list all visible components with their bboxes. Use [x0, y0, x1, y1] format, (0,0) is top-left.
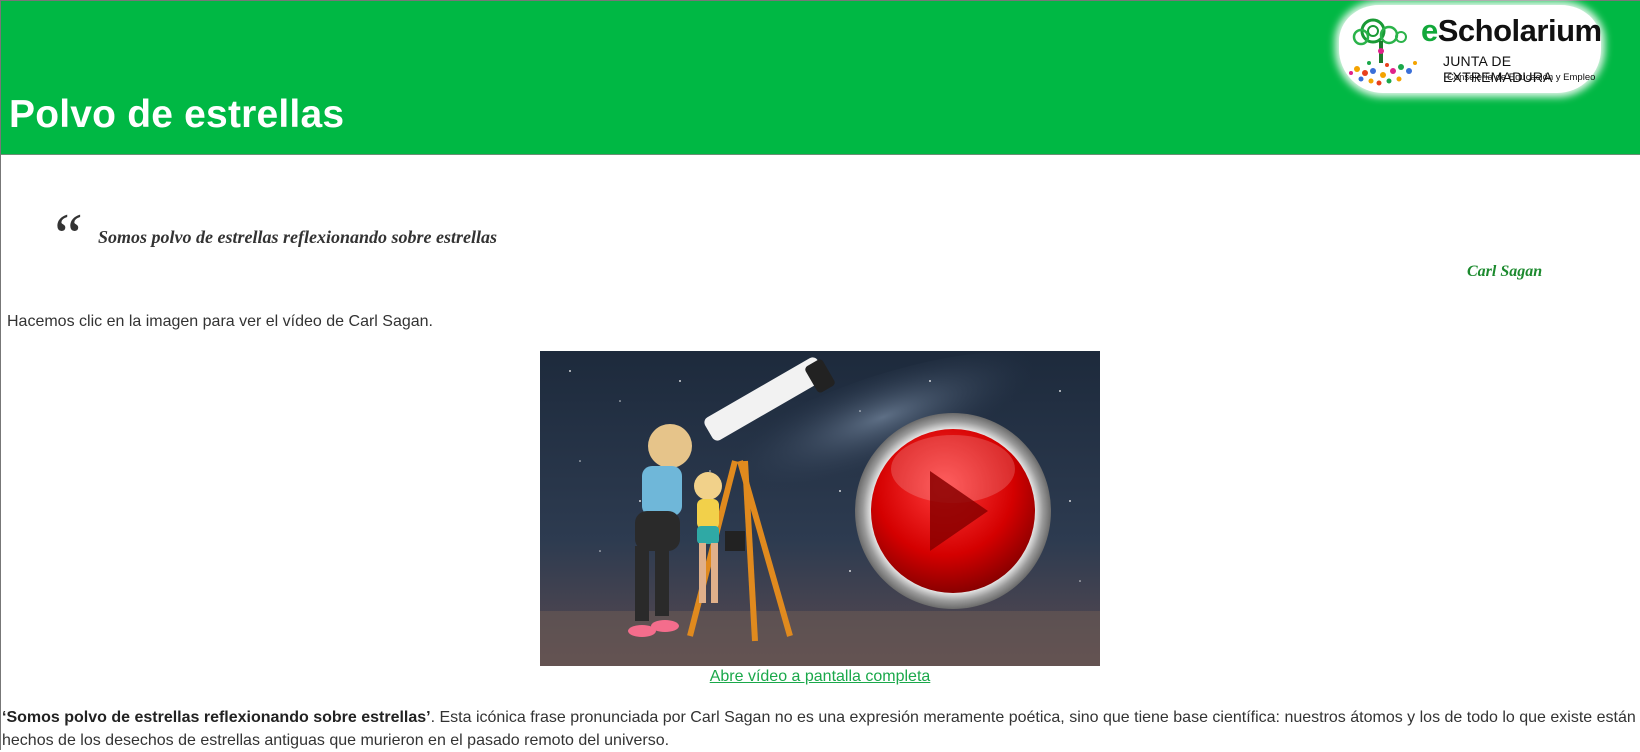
escholarium-logo[interactable]: eScholarium JUNTA DE EXTREMADURA Conseje… [1339, 5, 1602, 93]
blockquote-text: Somos polvo de estrellas reflexionando s… [98, 227, 497, 247]
logo-brand-text: eScholarium [1421, 13, 1602, 48]
quote-author: Carl Sagan [1467, 263, 1543, 280]
intro-paragraph: Hacemos clic en la imagen para ver el ví… [7, 313, 433, 330]
quote-mark-icon: “ [48, 200, 84, 271]
video-thumbnail[interactable] [540, 351, 1100, 666]
body-paragraph: ‘Somos polvo de estrellas reflexionando … [2, 706, 1638, 752]
logo-consejeria-text: Consejería de Educación y Empleo [1447, 72, 1596, 83]
play-button-icon [855, 413, 1051, 609]
page-header: Polvo de estrellas eScholarium JUNTA DE … [1, 1, 1640, 155]
fullscreen-video-link[interactable]: Abre vídeo a pantalla completa [540, 668, 1100, 686]
body-bold-quote: ‘Somos polvo de estrellas reflexionando … [2, 709, 431, 726]
page-title: Polvo de estrellas [9, 93, 345, 136]
escholarium-tree-icon [1349, 18, 1417, 86]
video-thumbnail-image [540, 351, 1100, 666]
